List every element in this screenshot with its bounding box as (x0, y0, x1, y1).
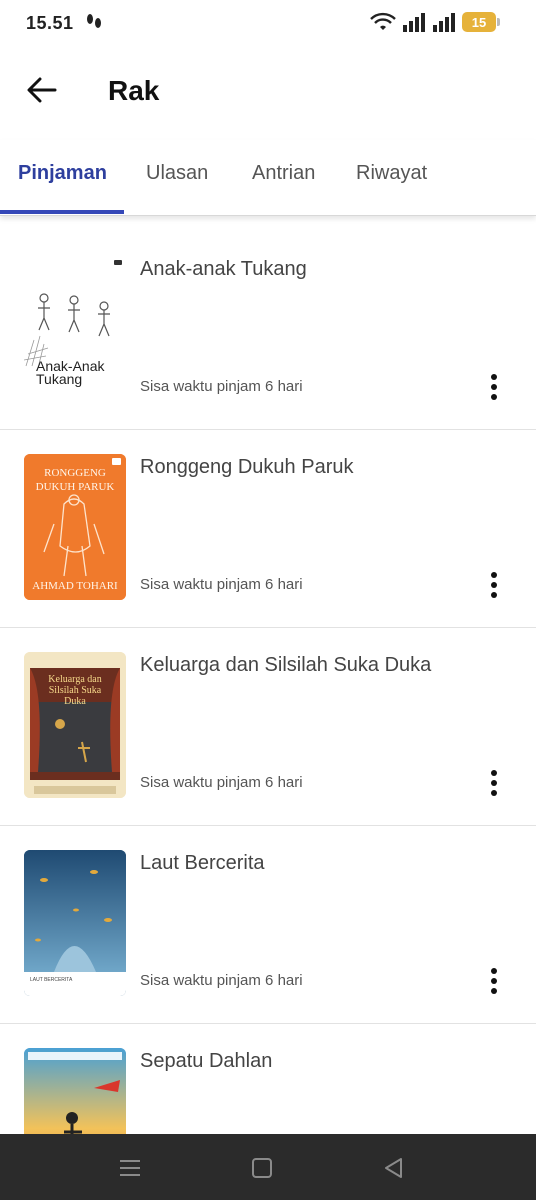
cover-author: AHMAD TOHARI (32, 580, 118, 592)
book-list: Anak-Anak Tukang Anak-anak Tukang Sisa w… (0, 232, 536, 1200)
active-tab-indicator (0, 210, 124, 214)
more-options-button[interactable] (482, 768, 506, 798)
status-time: 15.51 (26, 13, 74, 33)
battery-level: 15 (471, 14, 487, 30)
list-item[interactable]: LAUT BERCERITA Laut Bercerita Sisa waktu… (0, 826, 536, 1024)
book-cover[interactable]: RONGGENG DUKUH PARUK AHMAD TOHARI (24, 454, 126, 600)
loan-remaining: Sisa waktu pinjam 6 hari (140, 774, 303, 791)
tab-pinjaman[interactable]: Pinjaman (18, 162, 107, 185)
loan-remaining: Sisa waktu pinjam 6 hari (140, 972, 303, 989)
system-nav-bar (0, 1134, 536, 1200)
cover-title: Keluarga dan Silsilah Suka Duka (48, 674, 102, 707)
loan-remaining: Sisa waktu pinjam 6 hari (140, 378, 303, 395)
list-item[interactable]: Anak-Anak Tukang Anak-anak Tukang Sisa w… (0, 232, 536, 430)
more-options-button[interactable] (482, 570, 506, 600)
book-cover[interactable]: Keluarga dan Silsilah Suka Duka (24, 652, 126, 798)
arrow-left-icon (27, 77, 57, 103)
status-bar: 15.51 15 (0, 0, 536, 48)
home-square-icon[interactable] (248, 1154, 276, 1182)
back-button[interactable] (22, 70, 62, 110)
book-cover[interactable]: LAUT BERCERITA (24, 850, 126, 996)
signal-icon (403, 13, 425, 32)
cover-title: LAUT BERCERITA (30, 977, 73, 983)
book-title: Keluarga dan Silsilah Suka Duka (140, 654, 432, 676)
book-title: Sepatu Dahlan (140, 1050, 273, 1072)
cover-title: Anak-Anak Tukang (36, 358, 105, 387)
back-triangle-icon[interactable] (380, 1154, 408, 1182)
page-title: Rak (108, 75, 160, 106)
book-title: Ronggeng Dukuh Paruk (140, 456, 354, 478)
signal-icon (433, 13, 455, 32)
book-title: Laut Bercerita (140, 852, 265, 874)
list-item[interactable]: RONGGENG DUKUH PARUK AHMAD TOHARI Rongge… (0, 430, 536, 628)
list-item[interactable]: Keluarga dan Silsilah Suka Duka Keluarga… (0, 628, 536, 826)
tab-riwayat[interactable]: Riwayat (356, 162, 427, 185)
cover-title: RONGGENG DUKUH PARUK (35, 467, 115, 493)
loan-remaining: Sisa waktu pinjam 6 hari (140, 576, 303, 593)
more-options-button[interactable] (482, 372, 506, 402)
app-bar: Rak (0, 48, 536, 138)
status-icons: 15 (370, 12, 500, 32)
footsteps-icon (87, 14, 101, 28)
book-cover[interactable]: Anak-Anak Tukang (24, 256, 126, 402)
more-options-button[interactable] (482, 966, 506, 996)
tab-ulasan[interactable]: Ulasan (146, 162, 208, 185)
wifi-icon (370, 12, 396, 30)
book-title: Anak-anak Tukang (140, 258, 307, 280)
tab-bar: Pinjaman Ulasan Antrian Riwayat (0, 140, 536, 216)
battery-icon: 15 (462, 12, 500, 32)
menu-icon[interactable] (116, 1154, 144, 1182)
cover-illustration (24, 850, 126, 996)
tab-antrian[interactable]: Antrian (252, 162, 315, 185)
